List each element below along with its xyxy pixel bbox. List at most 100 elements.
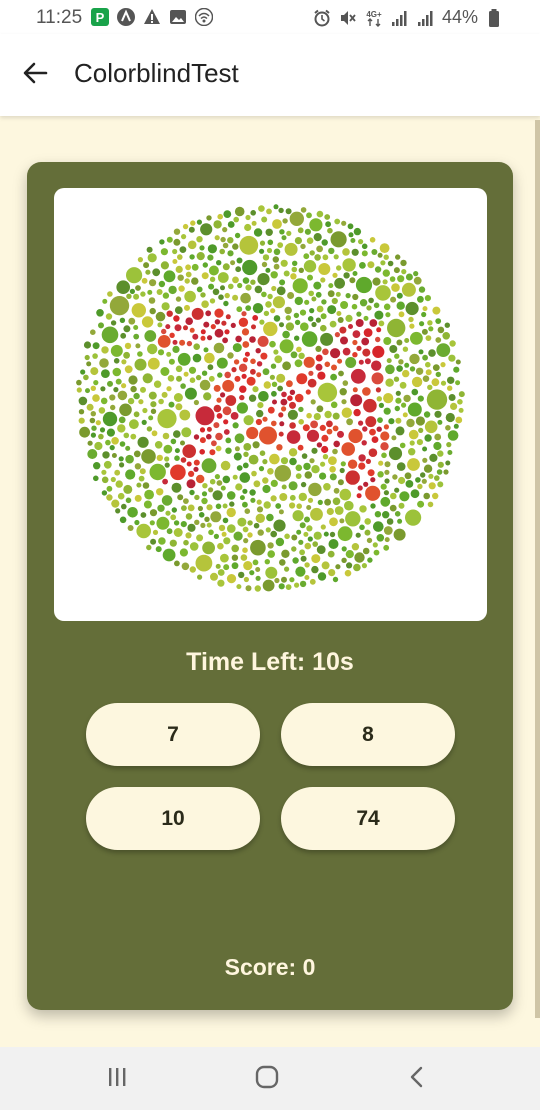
plate-dot (363, 315, 369, 321)
plate-dot (94, 441, 103, 451)
plate-dot (407, 402, 422, 417)
system-back-button[interactable] (398, 1061, 438, 1097)
option-button-1[interactable]: 7 (86, 703, 260, 766)
plate-dot (371, 372, 384, 385)
plate-dot (212, 490, 223, 501)
plate-dot (282, 330, 290, 339)
plate-dot (208, 283, 215, 290)
plate-dot (376, 534, 385, 542)
plate-dot (239, 495, 245, 501)
plate-dot (320, 461, 326, 467)
plate-dot (337, 358, 343, 364)
plate-dot (249, 336, 256, 343)
plate-dot (183, 539, 189, 546)
back-button[interactable] (18, 58, 52, 92)
option-button-4[interactable]: 74 (281, 787, 455, 850)
plate-dot (232, 276, 239, 284)
plate-dot (141, 316, 154, 328)
plate-dot (361, 337, 370, 346)
plate-dot (115, 378, 122, 385)
home-button[interactable] (247, 1061, 287, 1097)
plate-dot (98, 407, 106, 414)
plate-dot (101, 369, 110, 378)
plate-dot (177, 274, 184, 281)
plate-dot (401, 269, 407, 275)
plate-dot (353, 227, 362, 236)
plate-dot (217, 372, 223, 378)
plate-dot (267, 239, 274, 246)
plate-dot (437, 450, 444, 457)
plate-dot (427, 501, 434, 508)
plate-dot (289, 211, 304, 226)
plate-dot (341, 407, 352, 418)
plate-dot (297, 227, 304, 234)
plate-dot (304, 575, 310, 580)
plate-dot (298, 419, 304, 425)
plate-dot (371, 360, 382, 371)
plate-dot (166, 351, 172, 357)
back-icon (407, 1066, 429, 1093)
plate-dot (147, 253, 157, 263)
plate-dot (141, 419, 147, 425)
plate-dot (214, 319, 221, 325)
option-button-2[interactable]: 8 (281, 703, 455, 766)
plate-dot (184, 290, 196, 303)
plate-dot (217, 213, 223, 220)
plate-dot (166, 310, 173, 317)
plate-dot (267, 293, 273, 300)
plate-dot (366, 537, 373, 544)
plate-dot (109, 394, 116, 401)
plate-dot (387, 260, 394, 267)
plate-dot (248, 394, 257, 402)
notification-a-icon (116, 7, 136, 27)
plate-dot (267, 406, 275, 414)
plate-dot (179, 339, 186, 346)
recent-apps-button[interactable] (97, 1061, 137, 1097)
plate-dot (330, 348, 341, 359)
plate-dot (143, 262, 150, 269)
plate-dot (333, 487, 340, 494)
plate-dot (127, 525, 134, 531)
plate-dot (365, 416, 377, 428)
plate-dot (242, 488, 248, 494)
plate-dot (192, 333, 199, 340)
plate-dot (218, 294, 224, 300)
plate-dot (117, 390, 128, 401)
plate-dot (261, 291, 267, 298)
plate-dot (295, 464, 303, 472)
plate-dot (341, 557, 347, 563)
status-bar: 11:25 P 4G+ 44% (0, 0, 540, 34)
plate-dot (294, 237, 302, 245)
plate-dot (292, 260, 298, 266)
plate-dot (428, 473, 434, 479)
plate-dot (101, 490, 108, 496)
plate-dot (242, 357, 248, 363)
scrollbar[interactable] (535, 120, 540, 1018)
plate-dot (427, 320, 433, 326)
plate-dot (321, 299, 327, 305)
plate-dot (319, 472, 327, 480)
plate-dot (387, 318, 406, 338)
plate-dot (242, 547, 248, 553)
plate-dot (457, 399, 463, 405)
plate-dot (76, 379, 82, 386)
plate-dot (255, 567, 261, 572)
plate-dot (92, 353, 98, 359)
plate-dot (320, 277, 326, 283)
plate-dot (367, 469, 375, 477)
plate-dot (222, 475, 231, 484)
plate-dot (262, 416, 268, 422)
plate-dot (289, 401, 296, 409)
plate-dot (311, 565, 319, 574)
plate-dot (342, 258, 356, 272)
plate-dot (309, 218, 323, 232)
plate-dot (213, 404, 222, 413)
plate-dot (339, 488, 352, 501)
plate-dot (383, 303, 391, 311)
option-button-3[interactable]: 10 (86, 787, 260, 850)
plate-dot (188, 366, 197, 374)
plate-dot (241, 328, 250, 336)
plate-dot (174, 560, 180, 567)
plate-dot (281, 576, 287, 583)
plate-dot (193, 399, 199, 406)
